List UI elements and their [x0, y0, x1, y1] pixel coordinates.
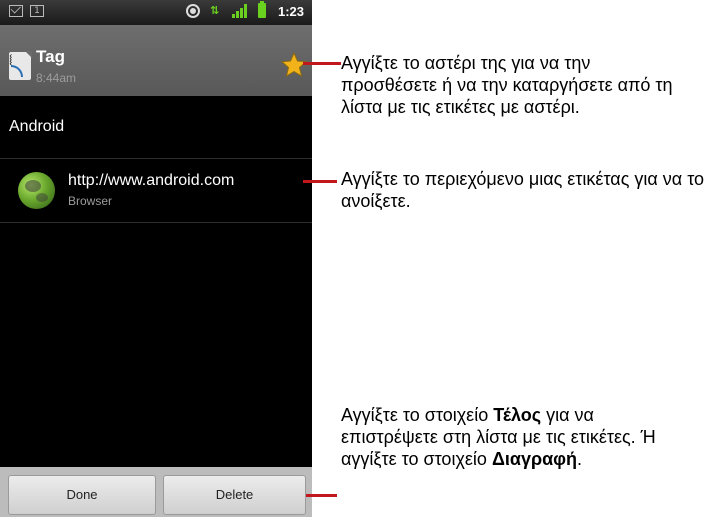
gps-icon — [186, 4, 200, 18]
callout-content: Αγγίξτε το περιεχόμενο μιας ετικέτας για… — [341, 169, 705, 211]
phone-screen: 1 ⇅ 1:23 Tag 8:44am Android http://www.a… — [0, 0, 312, 517]
callout-line-buttons — [306, 494, 337, 497]
signal-icon — [232, 4, 248, 18]
mail-icon — [9, 5, 23, 17]
callout-delete-label: Διαγραφή — [491, 449, 578, 469]
callout-buttons: Αγγίξτε το στοιχείο Τέλος για να επιστρέ… — [341, 404, 686, 470]
tag-content-row[interactable]: http://www.android.com Browser — [0, 159, 312, 222]
status-bar: 1 ⇅ 1:23 — [0, 0, 312, 25]
tag-title: Tag — [36, 47, 65, 66]
content-app: Browser — [68, 194, 113, 208]
bottom-button-bar: Done Delete — [0, 467, 312, 517]
callout-star: Αγγίξτε το αστέρι της για να την προσθέσ… — [341, 53, 673, 117]
status-time: 1:23 — [278, 4, 305, 19]
callout-line-star — [303, 62, 341, 65]
callout-line-content — [303, 180, 337, 183]
callout-buttons-text-1: Αγγίξτε το στοιχείο — [341, 405, 494, 425]
done-button[interactable]: Done — [8, 475, 156, 515]
battery-icon — [258, 1, 266, 18]
delete-button[interactable]: Delete — [163, 475, 306, 515]
tag-time: 8:44am — [36, 71, 77, 85]
calendar-icon: 1 — [30, 5, 44, 17]
content-url: http://www.android.com — [68, 172, 235, 189]
callout-done-label: Τέλος — [493, 405, 542, 425]
star-icon[interactable] — [281, 52, 307, 78]
data-transfer-icon: ⇅ — [210, 4, 220, 17]
globe-icon — [18, 172, 55, 209]
group-label: Android — [9, 118, 65, 135]
tag-header: Tag 8:44am — [0, 25, 312, 96]
callout-buttons-text-3: . — [577, 449, 583, 469]
divider — [0, 222, 312, 223]
